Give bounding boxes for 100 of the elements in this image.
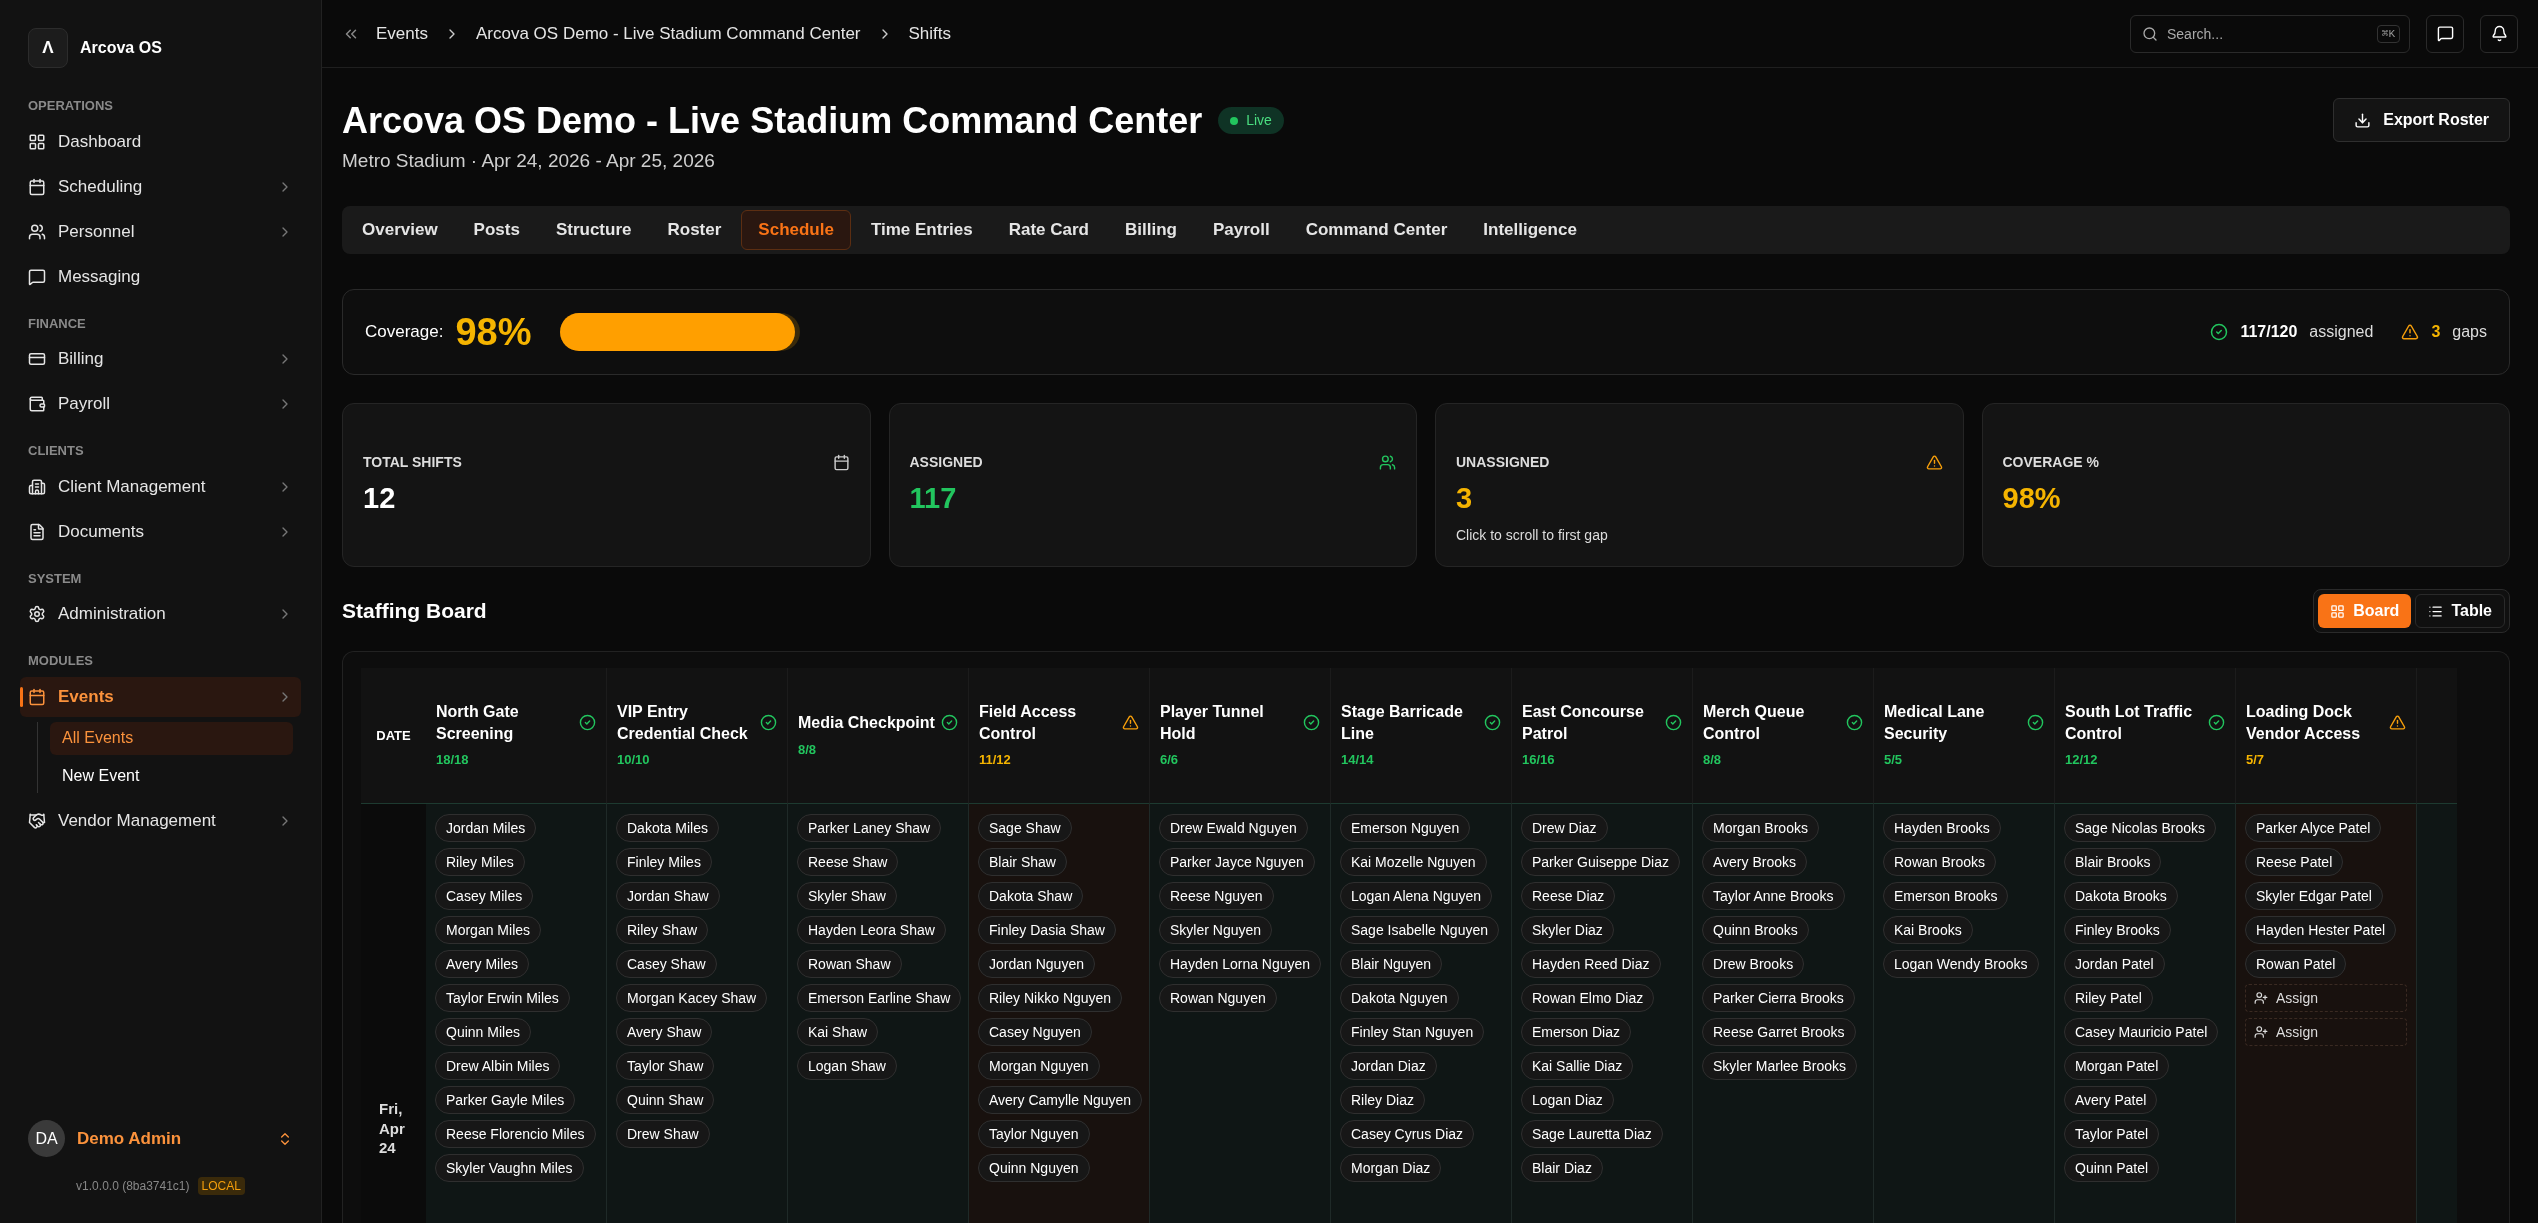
person-chip[interactable]: Jordan Nguyen: [978, 950, 1095, 978]
person-chip[interactable]: Taylor Shaw: [616, 1052, 715, 1080]
person-chip[interactable]: Morgan Kacey Shaw: [616, 984, 768, 1012]
person-chip[interactable]: Hayden Hester Patel: [2245, 916, 2397, 944]
person-chip[interactable]: Parker Cierra Brooks: [1702, 984, 1855, 1012]
breadcrumb-link[interactable]: Events: [376, 20, 428, 47]
person-chip[interactable]: Quinn Patel: [2064, 1154, 2160, 1182]
person-chip[interactable]: Jordan Shaw: [616, 882, 720, 910]
person-chip[interactable]: Jordan Diaz: [1340, 1052, 1437, 1080]
person-chip[interactable]: Kai Shaw: [797, 1018, 879, 1046]
breadcrumb-link[interactable]: Arcova OS Demo - Live Stadium Command Center: [476, 20, 861, 47]
person-chip[interactable]: Riley Shaw: [616, 916, 709, 944]
person-chip[interactable]: Parker Laney Shaw: [797, 814, 942, 842]
user-name[interactable]: Demo Admin: [77, 1125, 265, 1152]
person-chip[interactable]: Kai Sallie Diaz: [1521, 1052, 1634, 1080]
person-chip[interactable]: Drew Diaz: [1521, 814, 1608, 842]
tab[interactable]: Intelligence: [1467, 210, 1593, 250]
tab[interactable]: Command Center: [1289, 210, 1464, 250]
person-chip[interactable]: Finley Stan Nguyen: [1340, 1018, 1485, 1046]
person-chip[interactable]: Taylor Patel: [2064, 1120, 2160, 1148]
person-chip[interactable]: Rowan Shaw: [797, 950, 902, 978]
person-chip[interactable]: Rowan Elmo Diaz: [1521, 984, 1655, 1012]
person-chip[interactable]: Logan Shaw: [797, 1052, 897, 1080]
assign-button[interactable]: Assign: [2245, 1018, 2407, 1046]
person-chip[interactable]: Quinn Shaw: [616, 1086, 715, 1114]
person-chip[interactable]: Rowan Nguyen: [1159, 984, 1277, 1012]
person-chip[interactable]: Morgan Diaz: [1340, 1154, 1442, 1182]
person-chip[interactable]: Dakota Miles: [616, 814, 719, 842]
sidebar-item[interactable]: Vendor Management: [20, 800, 301, 841]
person-chip[interactable]: Emerson Nguyen: [1340, 814, 1471, 842]
person-chip[interactable]: Riley Miles: [435, 848, 525, 876]
person-chip[interactable]: Sage Lauretta Diaz: [1521, 1120, 1663, 1148]
person-chip[interactable]: Dakota Brooks: [2064, 882, 2178, 910]
person-chip[interactable]: Emerson Earline Shaw: [797, 984, 962, 1012]
person-chip[interactable]: Jordan Miles: [435, 814, 537, 842]
tab[interactable]: Roster: [651, 210, 738, 250]
person-chip[interactable]: Morgan Brooks: [1702, 814, 1819, 842]
tab[interactable]: Posts: [457, 210, 536, 250]
person-chip[interactable]: Parker Jayce Nguyen: [1159, 848, 1315, 876]
person-chip[interactable]: Jordan Patel: [2064, 950, 2165, 978]
person-chip[interactable]: Drew Brooks: [1702, 950, 1805, 978]
assign-button[interactable]: Assign: [2245, 984, 2407, 1012]
view-toggle-button[interactable]: Table: [2415, 594, 2505, 628]
person-chip[interactable]: Morgan Miles: [435, 916, 542, 944]
tab[interactable]: Time Entries: [854, 210, 989, 250]
person-chip[interactable]: Rowan Brooks: [1883, 848, 1997, 876]
brand-logo[interactable]: Λ: [28, 28, 68, 68]
person-chip[interactable]: Reese Florencio Miles: [435, 1120, 596, 1148]
person-chip[interactable]: Parker Gayle Miles: [435, 1086, 576, 1114]
person-chip[interactable]: Logan Alena Nguyen: [1340, 882, 1492, 910]
person-chip[interactable]: Casey Mauricio Patel: [2064, 1018, 2219, 1046]
sidebar-item[interactable]: Events: [20, 676, 301, 717]
person-chip[interactable]: Reese Diaz: [1521, 882, 1616, 910]
tab[interactable]: Payroll: [1196, 210, 1286, 250]
sidebar-item[interactable]: Payroll: [20, 384, 301, 424]
person-chip[interactable]: Riley Diaz: [1340, 1086, 1425, 1114]
person-chip[interactable]: Reese Garret Brooks: [1702, 1018, 1856, 1046]
person-chip[interactable]: Blair Brooks: [2064, 848, 2162, 876]
person-chip[interactable]: Parker Alyce Patel: [2245, 814, 2382, 842]
breadcrumb-link[interactable]: Shifts: [908, 20, 952, 47]
person-chip[interactable]: Finley Miles: [616, 848, 712, 876]
tab[interactable]: Schedule: [741, 210, 851, 250]
person-chip[interactable]: Avery Patel: [2064, 1086, 2158, 1114]
tab[interactable]: Structure: [539, 210, 648, 250]
person-chip[interactable]: Dakota Shaw: [978, 882, 1084, 910]
person-chip[interactable]: Skyler Vaughn Miles: [435, 1154, 584, 1182]
sidebar-item[interactable]: Administration: [20, 594, 301, 634]
person-chip[interactable]: Taylor Erwin Miles: [435, 984, 570, 1012]
person-chip[interactable]: Casey Nguyen: [978, 1018, 1092, 1046]
notifications-button[interactable]: [2480, 14, 2518, 53]
person-chip[interactable]: Skyler Marlee Brooks: [1702, 1052, 1858, 1080]
person-chip[interactable]: Sage Nicolas Brooks: [2064, 814, 2216, 842]
messages-button[interactable]: [2426, 14, 2464, 53]
person-chip[interactable]: Skyler Nguyen: [1159, 916, 1273, 944]
person-chip[interactable]: Drew Albin Miles: [435, 1052, 561, 1080]
person-chip[interactable]: Logan Diaz: [1521, 1086, 1614, 1114]
person-chip[interactable]: Blair Shaw: [978, 848, 1067, 876]
person-chip[interactable]: Quinn Brooks: [1702, 916, 1809, 944]
person-chip[interactable]: Hayden Leora Shaw: [797, 916, 946, 944]
person-chip[interactable]: Emerson Diaz: [1521, 1018, 1631, 1046]
sidebar-item[interactable]: Scheduling: [20, 166, 301, 207]
tab[interactable]: Billing: [1109, 210, 1193, 250]
person-chip[interactable]: Reese Patel: [2245, 848, 2344, 876]
person-chip[interactable]: Sage Isabelle Nguyen: [1340, 916, 1499, 944]
person-chip[interactable]: Rowan Patel: [2245, 950, 2347, 978]
person-chip[interactable]: Sage Shaw: [978, 814, 1072, 842]
tab[interactable]: Overview: [346, 210, 454, 250]
person-chip[interactable]: Drew Ewald Nguyen: [1159, 814, 1308, 842]
sidebar-item[interactable]: Personnel: [20, 211, 301, 252]
person-chip[interactable]: Kai Brooks: [1883, 916, 1973, 944]
person-chip[interactable]: Avery Camylle Nguyen: [978, 1086, 1143, 1114]
person-chip[interactable]: Morgan Patel: [2064, 1052, 2170, 1080]
person-chip[interactable]: Emerson Brooks: [1883, 882, 2009, 910]
person-chip[interactable]: Blair Nguyen: [1340, 950, 1443, 978]
sidebar-item[interactable]: Dashboard: [20, 121, 301, 162]
person-chip[interactable]: Morgan Nguyen: [978, 1052, 1100, 1080]
person-chip[interactable]: Riley Patel: [2064, 984, 2153, 1012]
sidebar-item[interactable]: Documents: [20, 511, 301, 552]
sidebar-subitem[interactable]: New Event: [50, 759, 293, 793]
person-chip[interactable]: Reese Nguyen: [1159, 882, 1274, 910]
